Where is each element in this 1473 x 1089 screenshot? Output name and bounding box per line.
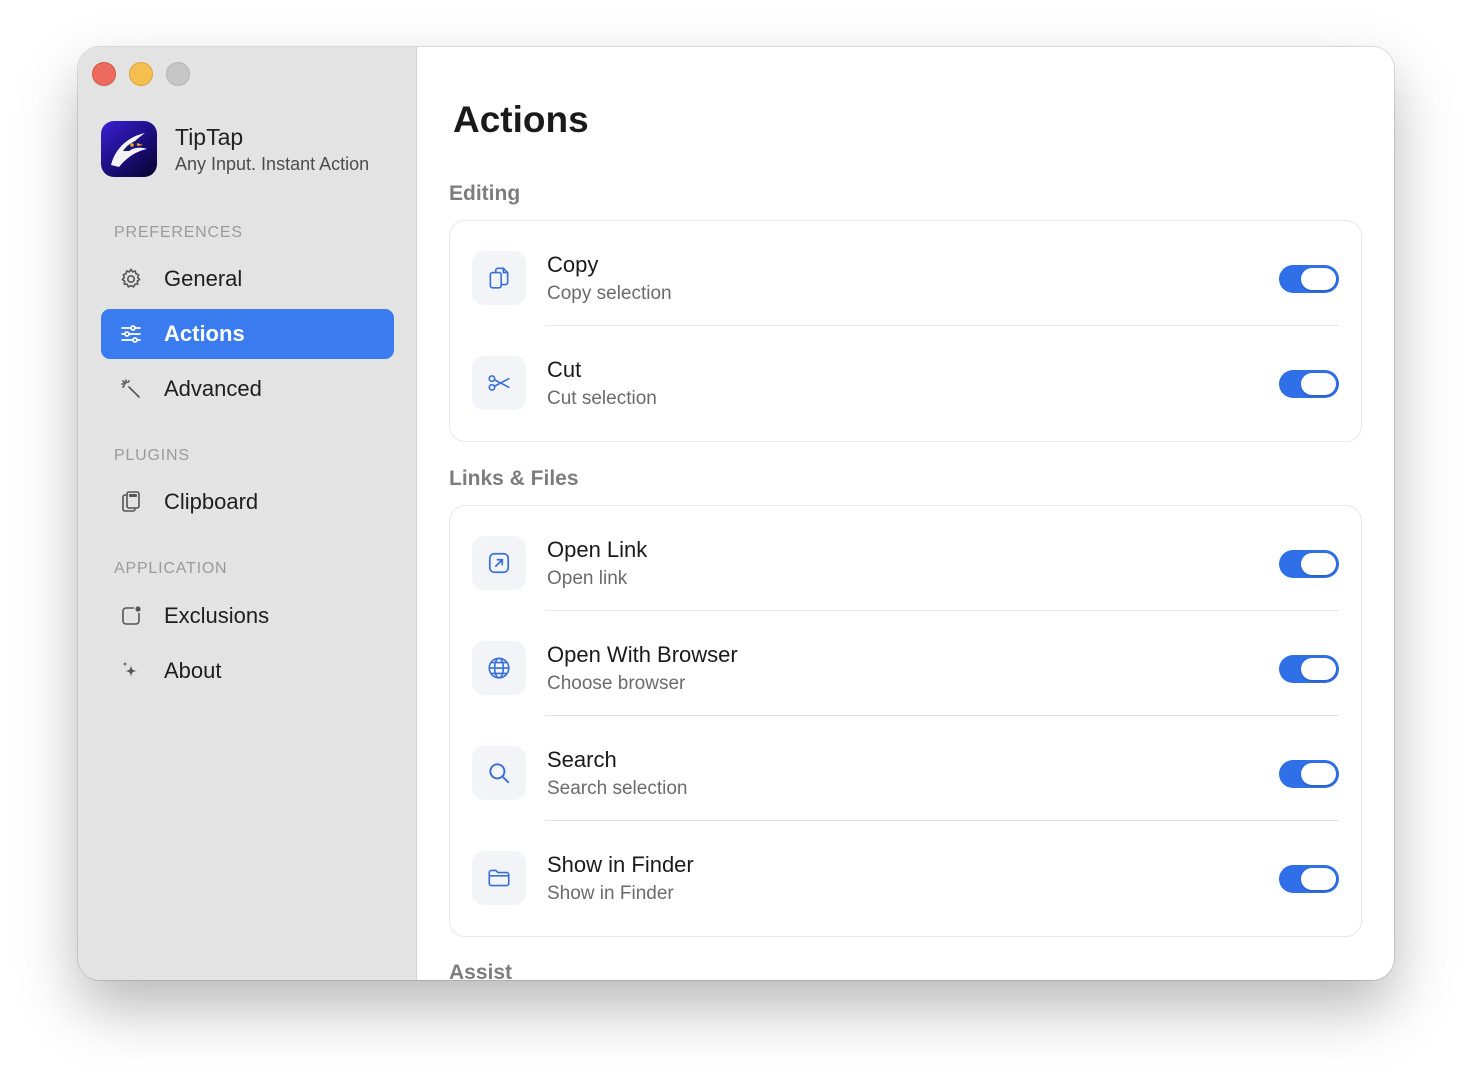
section-label-preferences: PREFERENCES bbox=[114, 224, 243, 241]
sliders-icon bbox=[118, 321, 144, 347]
main-content: Actions Editing Copy Copy selection Cut … bbox=[417, 47, 1394, 980]
open-with-browser-toggle[interactable] bbox=[1279, 655, 1339, 683]
action-title: Copy bbox=[547, 252, 599, 277]
app-badge-icon bbox=[118, 603, 144, 629]
action-row-open-link: Open Link Open link bbox=[450, 506, 1361, 611]
links-files-card: Open Link Open link Open With Browser Ch… bbox=[449, 505, 1362, 937]
app-tagline: Any Input. Instant Action bbox=[175, 153, 370, 174]
section-label-plugins: PLUGINS bbox=[114, 447, 190, 464]
sidebar-item-label: Actions bbox=[164, 321, 245, 346]
sidebar-item-actions[interactable]: Actions bbox=[101, 309, 394, 359]
group-label-editing: Editing bbox=[449, 182, 521, 205]
action-title: Open Link bbox=[547, 537, 648, 562]
show-in-finder-toggle[interactable] bbox=[1279, 865, 1339, 893]
action-row-show-in-finder: Show in Finder Show in Finder bbox=[450, 821, 1361, 926]
sidebar-item-label: Clipboard bbox=[164, 489, 259, 514]
magic-wand-icon bbox=[118, 376, 144, 402]
action-row-search: Search Search selection bbox=[450, 716, 1361, 821]
sidebar-item-clipboard[interactable]: Clipboard bbox=[101, 477, 394, 527]
sidebar-item-exclusions[interactable]: Exclusions bbox=[101, 591, 394, 641]
action-title: Open With Browser bbox=[547, 642, 738, 667]
copy-icon bbox=[472, 251, 526, 305]
group-label-links-files: Links & Files bbox=[449, 467, 579, 490]
action-title: Search bbox=[547, 747, 617, 772]
search-toggle[interactable] bbox=[1279, 760, 1339, 788]
sidebar: TipTap Any Input. Instant Action PREFERE… bbox=[78, 47, 417, 980]
sidebar-item-advanced[interactable]: Advanced bbox=[101, 364, 394, 414]
gear-icon bbox=[118, 266, 144, 292]
folder-icon bbox=[472, 851, 526, 905]
close-window-button[interactable] bbox=[92, 62, 116, 86]
group-label-assist: Assist bbox=[449, 961, 513, 980]
action-row-open-with-browser: Open With Browser Choose browser bbox=[450, 611, 1361, 716]
sidebar-item-label: Exclusions bbox=[164, 603, 270, 628]
action-subtitle: Copy selection bbox=[547, 283, 672, 304]
action-title: Show in Finder bbox=[547, 852, 694, 877]
search-icon bbox=[472, 746, 526, 800]
app-header: TipTap Any Input. Instant Action bbox=[101, 121, 369, 177]
cut-toggle[interactable] bbox=[1279, 370, 1339, 398]
window-controls bbox=[92, 62, 190, 86]
action-title: Cut bbox=[547, 357, 582, 382]
sparkles-icon bbox=[118, 658, 144, 684]
sidebar-item-label: About bbox=[164, 658, 222, 683]
sidebar-item-general[interactable]: General bbox=[101, 254, 394, 304]
sidebar-item-label: General bbox=[164, 266, 243, 291]
section-label-application: APPLICATION bbox=[114, 560, 228, 577]
copy-toggle[interactable] bbox=[1279, 265, 1339, 293]
open-link-icon bbox=[472, 536, 526, 590]
page-title: Actions bbox=[453, 99, 589, 140]
scissors-icon bbox=[472, 356, 526, 410]
app-logo bbox=[101, 121, 157, 177]
sidebar-item-about[interactable]: About bbox=[101, 646, 394, 696]
action-row-copy: Copy Copy selection bbox=[450, 221, 1361, 326]
action-subtitle: Choose browser bbox=[547, 673, 686, 694]
action-row-cut: Cut Cut selection bbox=[450, 326, 1361, 431]
zoom-window-button[interactable] bbox=[166, 62, 190, 86]
action-subtitle: Cut selection bbox=[547, 388, 657, 409]
globe-icon bbox=[472, 641, 526, 695]
action-subtitle: Search selection bbox=[547, 778, 688, 799]
open-link-toggle[interactable] bbox=[1279, 550, 1339, 578]
action-subtitle: Show in Finder bbox=[547, 883, 674, 904]
editing-card: Copy Copy selection Cut Cut selection bbox=[449, 220, 1362, 442]
settings-window: TipTap Any Input. Instant Action PREFERE… bbox=[78, 47, 1394, 980]
action-subtitle: Open link bbox=[547, 568, 628, 589]
minimize-window-button[interactable] bbox=[129, 62, 153, 86]
clipboard-icon bbox=[118, 489, 144, 515]
sidebar-item-label: Advanced bbox=[164, 376, 262, 401]
app-name: TipTap bbox=[175, 123, 244, 150]
